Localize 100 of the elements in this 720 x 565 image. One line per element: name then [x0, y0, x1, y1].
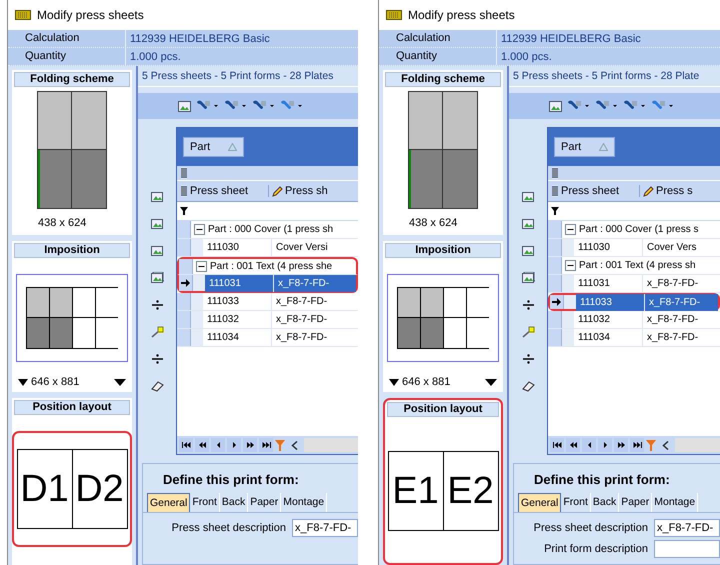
input-field[interactable]: x_F8-7-FD- [292, 519, 358, 537]
table-cell[interactable]: x_F8-7-FD- [272, 311, 358, 328]
divide-icon[interactable] [522, 353, 534, 365]
eraser-icon[interactable] [522, 380, 534, 392]
table-row[interactable]: 111033 x_F8-7-FD- [177, 293, 358, 311]
table-row[interactable]: 111032 x_F8-7-FD- [548, 311, 720, 329]
group-row[interactable]: Part : 001 Text (4 press sh [548, 257, 720, 275]
divide-icon[interactable] [522, 299, 534, 311]
image-icon[interactable] [549, 100, 562, 112]
column-chooser-icon[interactable] [551, 186, 559, 196]
filter-icon[interactable] [551, 207, 559, 215]
tab[interactable]: Front [190, 493, 220, 512]
images-icon[interactable] [150, 272, 164, 284]
divide-icon[interactable] [150, 299, 164, 311]
table-row[interactable]: 111031 x_F8-7-FD- [177, 275, 358, 293]
wand-icon[interactable] [150, 326, 164, 338]
prev-icon[interactable] [582, 438, 596, 452]
image-icon[interactable] [178, 100, 191, 112]
last-icon[interactable] [259, 438, 273, 452]
expander-icon[interactable] [194, 224, 205, 235]
dropdown-icon[interactable] [18, 378, 28, 386]
wand-icon[interactable] [522, 326, 534, 338]
group-row-text[interactable]: Part : 001 Text (4 press she [210, 261, 332, 272]
table-cell[interactable]: 111033 [203, 293, 272, 310]
scroll-left-icon[interactable] [662, 440, 669, 450]
next-page-icon[interactable] [243, 438, 257, 452]
table-cell[interactable]: x_F8-7-FD- [272, 329, 358, 346]
tab[interactable]: Paper [619, 493, 652, 512]
table-row[interactable]: 111032 x_F8-7-FD- [177, 311, 358, 329]
first-icon[interactable] [179, 438, 193, 452]
group-row-text[interactable]: Part : 001 Text (4 press sh [579, 260, 696, 271]
table-cell[interactable]: Cover Vers [643, 239, 720, 256]
table-row[interactable]: 111033 x_F8-7-FD- [548, 293, 720, 311]
image-icon[interactable] [522, 191, 534, 203]
column-chooser-icon[interactable] [180, 168, 188, 178]
column-header[interactable]: Press sh [269, 185, 328, 197]
group-row-text[interactable]: Part : 000 Cover (1 press s [579, 224, 698, 235]
images-icon[interactable] [522, 272, 534, 284]
tab[interactable]: Back [590, 493, 620, 512]
column-header[interactable]: Press s [640, 185, 693, 197]
expander-icon[interactable] [565, 224, 576, 235]
group-row[interactable]: Part : 000 Cover (1 press s [548, 221, 720, 239]
divide-icon[interactable] [150, 353, 164, 365]
table-cell[interactable]: 111031 [574, 275, 643, 292]
prev-page-icon[interactable] [195, 438, 209, 452]
image-icon[interactable] [150, 191, 164, 203]
table-cell[interactable]: x_F8-7-FD- [643, 275, 720, 292]
scroll-left-icon[interactable] [291, 440, 298, 450]
tab[interactable]: Front [561, 493, 591, 512]
table-cell[interactable]: 111034 [574, 329, 643, 346]
table-cell[interactable]: x_F8-7-FD- [274, 274, 356, 292]
tab[interactable]: Paper [248, 493, 282, 512]
dropdown-icon[interactable] [389, 378, 399, 386]
input-field[interactable] [654, 540, 720, 558]
table-row[interactable]: 111030 Cover Versi [177, 239, 358, 257]
last-icon[interactable] [630, 438, 644, 452]
tab[interactable]: Montage [281, 493, 328, 512]
first-icon[interactable] [550, 438, 564, 452]
table-cell[interactable]: x_F8-7-FD- [643, 329, 720, 346]
filter-icon[interactable] [180, 207, 188, 215]
prev-icon[interactable] [211, 438, 225, 452]
group-by-chip[interactable]: Part [554, 137, 616, 157]
group-row[interactable]: Part : 000 Cover (1 press sh [177, 221, 358, 239]
image-icon[interactable] [150, 218, 164, 230]
group-row-text[interactable]: Part : 000 Cover (1 press sh [208, 224, 334, 235]
table-cell[interactable]: 111030 [203, 239, 272, 256]
table-cell[interactable]: Cover Versi [272, 239, 358, 256]
prev-page-icon[interactable] [566, 438, 580, 452]
table-row[interactable]: 111034 x_F8-7-FD- [548, 329, 720, 347]
table-row[interactable]: 111031 x_F8-7-FD- [548, 275, 720, 293]
table-cell[interactable]: x_F8-7-FD- [645, 294, 718, 310]
table-cell[interactable]: 111034 [203, 329, 272, 346]
image-icon[interactable] [522, 218, 534, 230]
column-chooser-icon[interactable] [180, 186, 188, 196]
column-chooser-icon[interactable] [551, 168, 559, 178]
image-icon[interactable] [150, 245, 164, 257]
tab[interactable]: Montage [652, 493, 698, 512]
expander-icon[interactable] [565, 260, 576, 271]
column-header[interactable]: Press sheet [559, 185, 640, 197]
table-row[interactable]: 111030 Cover Vers [548, 239, 720, 257]
column-header[interactable]: Press sheet [188, 185, 269, 197]
tab[interactable]: General [518, 493, 562, 512]
next-icon[interactable] [227, 438, 241, 452]
table-cell[interactable]: 111032 [574, 311, 643, 328]
dropdown-icon[interactable] [485, 378, 497, 386]
table-cell[interactable]: x_F8-7-FD- [643, 311, 720, 328]
dropdown-icon[interactable] [114, 378, 126, 386]
group-by-chip[interactable]: Part [183, 137, 244, 157]
table-cell[interactable]: 111033 [576, 294, 645, 310]
input-field[interactable]: x_F8-7-FD- [654, 519, 720, 537]
table-cell[interactable]: 111032 [203, 311, 272, 328]
tab[interactable]: Back [220, 493, 248, 512]
table-cell[interactable]: 111030 [574, 239, 643, 256]
next-page-icon[interactable] [614, 438, 628, 452]
table-cell[interactable]: 111031 [205, 274, 274, 292]
table-row[interactable]: 111034 x_F8-7-FD- [177, 329, 358, 347]
eraser-icon[interactable] [150, 380, 164, 392]
tab[interactable]: General [147, 493, 190, 512]
expander-icon[interactable] [196, 261, 207, 272]
image-icon[interactable] [522, 245, 534, 257]
